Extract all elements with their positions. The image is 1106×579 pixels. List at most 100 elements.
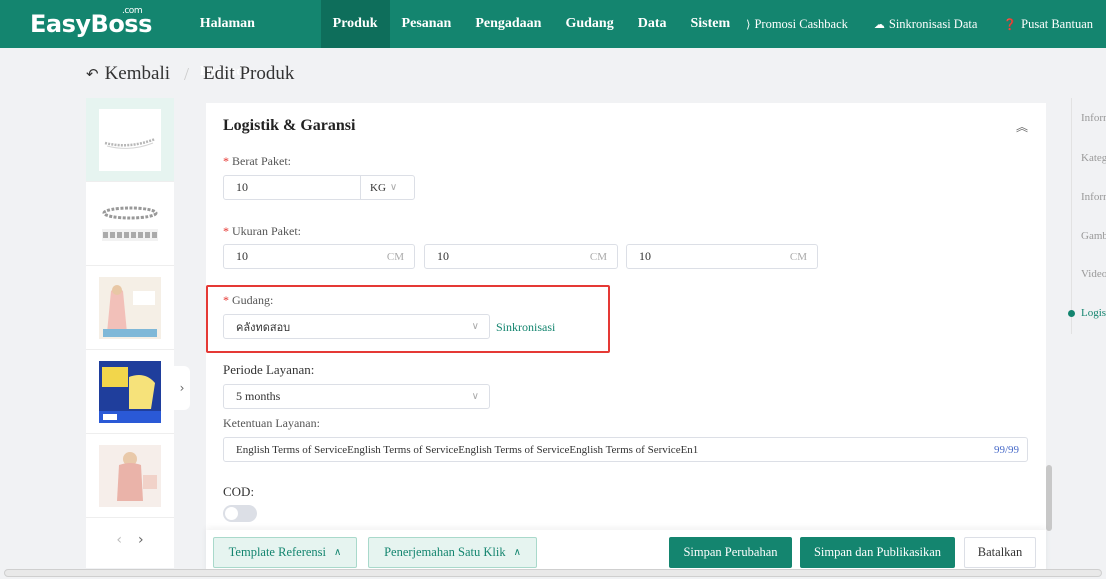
sync-data-link[interactable]: ☁ Sinkronisasi Data [861,17,991,32]
nav-item-data[interactable]: Data [626,0,679,48]
service-period-select[interactable]: 5 months ∨ [223,384,490,409]
nav-item-warehouse[interactable]: Gudang [553,0,625,48]
anchor-info[interactable]: Informasi [1081,191,1106,203]
size-length-unit: CM [386,250,404,263]
size-width-unit: CM [589,250,607,263]
size-height-value: 10 [639,249,651,263]
cod-toggle-knob [225,507,238,520]
image-thumbnail-strip: ‹ › [86,98,174,568]
nav-item-products[interactable]: Produk [320,0,390,48]
save-changes-button[interactable]: Simpan Perubahan [669,537,792,568]
warehouse-select[interactable]: คลังทดสอบ ∨ [223,314,490,339]
nav-item-procurement[interactable]: Pengadaan [463,0,553,48]
size-width-field[interactable]: 10 CM [424,244,618,269]
baby-sleepsuit-image [99,276,161,339]
anchor-basic-info[interactable]: Informasi [1081,112,1106,124]
promo-link[interactable]: ⟩ Promosi Cashback [746,17,861,32]
chevron-up-icon: ∧ [513,547,521,558]
warehouse-sync-link[interactable]: Sinkronisasi [496,320,555,335]
save-and-publish-button[interactable]: Simpan dan Publikasikan [800,537,955,568]
required-mark: * [223,293,229,307]
horizontal-scrollbar[interactable] [4,569,1102,577]
weight-unit: KG [370,181,386,194]
one-click-translate-button[interactable]: Penerjemahan Satu Klik ∧ [368,537,537,568]
promo-icon: ⟩ [746,18,751,31]
cancel-button[interactable]: Batalkan [964,537,1036,568]
service-terms-input[interactable]: English Terms of ServiceEnglish Terms of… [223,437,1028,462]
brand-logo[interactable]: EasyBoss .com [0,0,188,48]
warehouse-value: คลังทดสอบ [236,320,291,334]
service-period-value: 5 months [236,389,281,403]
weight-field[interactable]: 10 KG ∨ [223,175,415,200]
help-icon: ❓ [1003,17,1018,31]
anchor-nav-line [1071,98,1072,334]
size-height-unit: CM [789,250,807,263]
template-reference-button[interactable]: Template Referensi ∧ [213,537,357,568]
active-anchor-dot [1068,310,1075,317]
template-reference-label: Template Referensi [228,545,327,559]
size-length-value: 10 [236,249,248,263]
top-nav-bar: EasyBoss .com Halaman Beranda Produk Pes… [0,0,1106,79]
bracelet-collection-image [99,192,161,255]
service-terms-label: Ketentuan Layanan: [223,416,320,430]
logistics-warranty-card: Logistik & Garansi ︽ * Berat Paket: 10 KG… [206,103,1046,543]
cod-label: COD: [223,484,255,499]
nav-right-links: ⟩ Promosi Cashback ☁ Sinkronisasi Data ❓… [746,0,1106,48]
bracelet-thumbnail-image [99,108,161,171]
brand-logo-suffix: .com [122,6,143,16]
nav-item-system[interactable]: Sistem [679,0,743,48]
back-link[interactable]: Kembali [105,63,170,85]
service-terms-counter: 99/99 [993,443,1019,456]
size-length-field[interactable]: 10 CM [223,244,415,269]
chevron-down-icon: ∨ [471,391,479,402]
warehouse-label: * Gudang: [223,293,273,308]
thumbnail-item[interactable] [86,266,174,350]
promo-label: Promosi Cashback [754,16,848,31]
anchor-logistics[interactable]: Logistik [1081,307,1106,319]
anchor-images[interactable]: Gambar [1081,230,1106,242]
size-width-value: 10 [437,249,449,263]
required-mark: * [223,154,229,168]
vertical-scrollbar[interactable] [1046,465,1052,531]
service-period-label: Periode Layanan: [223,362,315,377]
chevron-down-icon: ∨ [389,182,398,193]
prev-page-icon[interactable]: ‹ [116,532,122,548]
section-title: Logistik & Garansi [223,117,356,134]
service-terms-value: English Terms of ServiceEnglish Terms of… [236,443,699,456]
thumbnail-pager: ‹ › [86,518,174,562]
nav-item-home[interactable]: Halaman Beranda [188,0,321,79]
next-page-icon[interactable]: › [138,532,144,548]
cod-toggle[interactable] [223,505,257,522]
thumbnail-item[interactable] [86,350,174,434]
main-nav: Halaman Beranda Produk Pesanan Pengadaan… [188,0,743,79]
breadcrumb: ↶ Kembali / Edit Produk [86,61,294,87]
thumbnail-item[interactable] [86,434,174,518]
back-arrow-icon[interactable]: ↶ [86,65,99,83]
one-click-translate-label: Penerjemahan Satu Klik [384,545,506,559]
cloud-sync-icon: ☁ [873,17,885,31]
collapse-chevron-icon[interactable]: ︽ [1016,118,1028,135]
size-label-text: Ukuran Paket: [232,224,301,238]
page-title: Edit Produk [203,63,295,84]
chevron-down-icon: ∨ [471,321,479,332]
baby-sleepsack-image [99,444,161,507]
help-center-link[interactable]: ❓ Pusat Bantuan [990,17,1106,32]
weight-value: 10 [236,180,248,194]
chevron-up-icon: ∧ [334,547,342,558]
expand-arrow-icon[interactable]: › [174,366,190,410]
warehouse-label-text: Gudang: [232,293,274,307]
help-center-label: Pusat Bantuan [1021,16,1093,31]
baby-product-promo-image [99,360,161,423]
size-label: * Ukuran Paket: [223,224,301,239]
weight-unit-select[interactable]: KG ∨ [360,176,414,199]
anchor-category[interactable]: Kategori [1081,152,1106,164]
thumbnail-item[interactable] [86,98,174,182]
breadcrumb-separator: / [184,63,190,84]
nav-item-orders[interactable]: Pesanan [390,0,464,48]
thumbnail-item[interactable] [86,182,174,266]
anchor-video[interactable]: Video [1081,268,1106,280]
sync-data-label: Sinkronisasi Data [888,16,978,31]
size-height-field[interactable]: 10 CM [626,244,818,269]
required-mark: * [223,224,229,238]
weight-label-text: Berat Paket: [232,154,291,168]
